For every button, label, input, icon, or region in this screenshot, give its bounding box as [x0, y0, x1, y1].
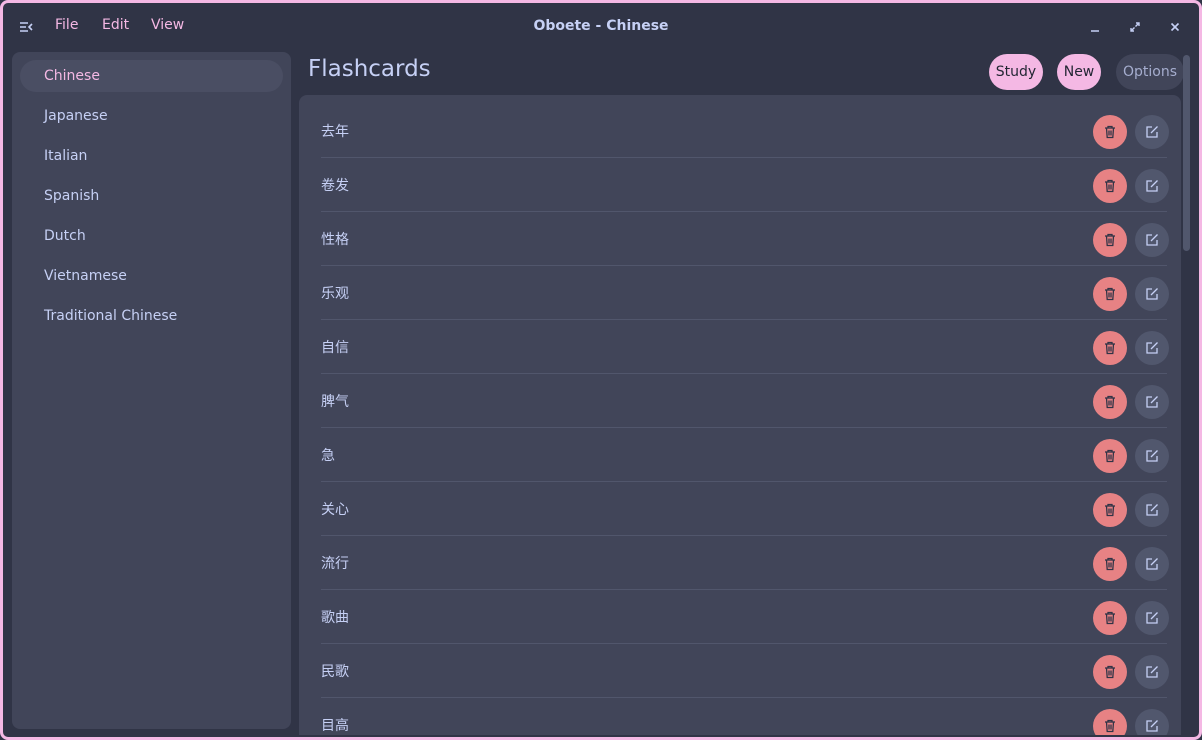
sidebar-item-dutch[interactable]: Dutch [20, 220, 283, 252]
delete-button[interactable] [1093, 655, 1127, 689]
edit-icon [1144, 124, 1160, 140]
edit-icon [1144, 286, 1160, 302]
edit-icon [1144, 178, 1160, 194]
edit-button[interactable] [1135, 169, 1169, 203]
list-item: 脾气 [321, 374, 1169, 428]
edit-button[interactable] [1135, 547, 1169, 581]
edit-button[interactable] [1135, 709, 1169, 735]
flashcard-text: 急 [321, 448, 335, 464]
edit-button[interactable] [1135, 115, 1169, 149]
trash-icon [1102, 610, 1118, 626]
list-item: 自信 [321, 320, 1169, 374]
edit-icon [1144, 502, 1160, 518]
delete-button[interactable] [1093, 547, 1127, 581]
edit-button[interactable] [1135, 655, 1169, 689]
trash-icon [1102, 286, 1118, 302]
edit-button[interactable] [1135, 493, 1169, 527]
edit-button[interactable] [1135, 439, 1169, 473]
edit-button[interactable] [1135, 601, 1169, 635]
list-item: 关心 [321, 482, 1169, 536]
edit-button[interactable] [1135, 331, 1169, 365]
sidebar-item-chinese[interactable]: Chinese [20, 60, 283, 92]
delete-button[interactable] [1093, 709, 1127, 735]
edit-icon [1144, 610, 1160, 626]
edit-icon [1144, 394, 1160, 410]
trash-icon [1102, 232, 1118, 248]
list-item: 乐观 [321, 266, 1169, 320]
flashcard-text: 脾气 [321, 394, 349, 410]
delete-button[interactable] [1093, 277, 1127, 311]
title-bar: File Edit View Oboete - Chinese [3, 3, 1199, 51]
delete-button[interactable] [1093, 169, 1127, 203]
scrollbar[interactable] [1183, 55, 1191, 731]
list-item: 性格 [321, 212, 1169, 266]
flashcard-list: 去年卷发性格乐观自信脾气急关心流行歌曲民歌目高 [299, 95, 1181, 735]
trash-icon [1102, 502, 1118, 518]
delete-button[interactable] [1093, 115, 1127, 149]
edit-icon [1144, 448, 1160, 464]
sidebar-item-japanese[interactable]: Japanese [20, 100, 283, 132]
delete-button[interactable] [1093, 439, 1127, 473]
edit-icon [1144, 232, 1160, 248]
flashcard-text: 关心 [321, 502, 349, 518]
options-button[interactable]: Options [1116, 54, 1184, 90]
flashcard-text: 民歌 [321, 664, 349, 680]
flashcard-text: 歌曲 [321, 610, 349, 626]
sidebar-item-italian[interactable]: Italian [20, 140, 283, 172]
list-item: 歌曲 [321, 590, 1169, 644]
sidebar-item-traditional-chinese[interactable]: Traditional Chinese [20, 300, 283, 332]
edit-button[interactable] [1135, 277, 1169, 311]
delete-button[interactable] [1093, 601, 1127, 635]
minimize-icon[interactable] [1085, 17, 1105, 37]
flashcard-text: 乐观 [321, 286, 349, 302]
flashcard-text: 自信 [321, 340, 349, 356]
maximize-icon[interactable] [1125, 17, 1145, 37]
scrollbar-thumb[interactable] [1183, 55, 1190, 251]
delete-button[interactable] [1093, 223, 1127, 257]
trash-icon [1102, 340, 1118, 356]
page-title: Flashcards [308, 56, 431, 82]
trash-icon [1102, 448, 1118, 464]
trash-icon [1102, 124, 1118, 140]
app-window: File Edit View Oboete - Chinese Chinese … [0, 0, 1202, 740]
edit-icon [1144, 718, 1160, 734]
trash-icon [1102, 394, 1118, 410]
list-item: 去年 [321, 104, 1169, 158]
flashcard-text: 去年 [321, 124, 349, 140]
sidebar-item-spanish[interactable]: Spanish [20, 180, 283, 212]
edit-icon [1144, 556, 1160, 572]
list-item: 目高 [321, 698, 1169, 735]
trash-icon [1102, 718, 1118, 734]
window-title: Oboete - Chinese [533, 18, 669, 34]
sidebar-item-vietnamese[interactable]: Vietnamese [20, 260, 283, 292]
new-button[interactable]: New [1057, 54, 1101, 90]
study-button[interactable]: Study [989, 54, 1043, 90]
list-item: 急 [321, 428, 1169, 482]
edit-icon [1144, 340, 1160, 356]
delete-button[interactable] [1093, 331, 1127, 365]
trash-icon [1102, 178, 1118, 194]
flashcard-text: 目高 [321, 718, 349, 734]
trash-icon [1102, 664, 1118, 680]
close-icon[interactable] [1165, 17, 1185, 37]
flashcard-text: 流行 [321, 556, 349, 572]
sidebar: Chinese Japanese Italian Spanish Dutch V… [12, 52, 291, 729]
list-item: 卷发 [321, 158, 1169, 212]
edit-button[interactable] [1135, 223, 1169, 257]
list-item: 民歌 [321, 644, 1169, 698]
delete-button[interactable] [1093, 385, 1127, 419]
delete-button[interactable] [1093, 493, 1127, 527]
edit-icon [1144, 664, 1160, 680]
flashcard-text: 性格 [321, 232, 349, 248]
edit-button[interactable] [1135, 385, 1169, 419]
flashcard-text: 卷发 [321, 178, 349, 194]
list-item: 流行 [321, 536, 1169, 590]
trash-icon [1102, 556, 1118, 572]
